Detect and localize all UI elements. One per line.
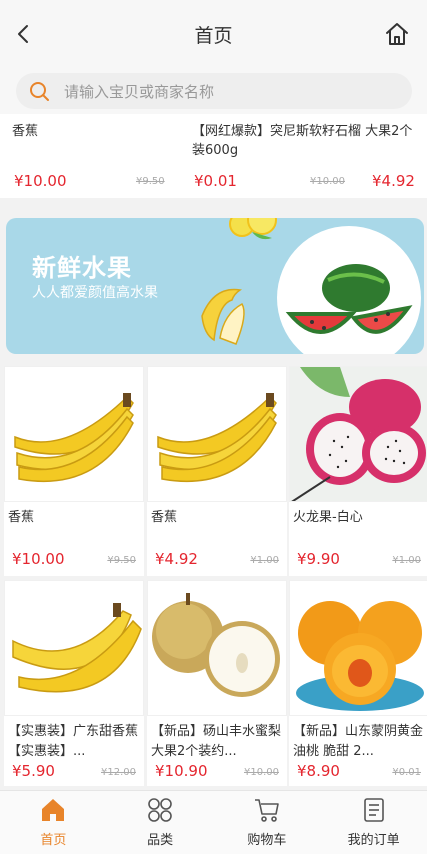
product-old-price: ¥12.00 bbox=[101, 767, 136, 778]
product-old-price: ¥9.50 bbox=[107, 555, 136, 566]
home-outline-icon bbox=[386, 23, 408, 45]
product-name: 香蕉 bbox=[8, 510, 35, 525]
strip-product-3[interactable]: ¥4.92 bbox=[372, 122, 424, 198]
product-image-dragonfruit bbox=[289, 366, 427, 502]
product-old-price: ¥1.00 bbox=[392, 555, 421, 566]
promo-banner[interactable]: 新鲜水果 人人都爱颜值高水果 bbox=[6, 218, 424, 354]
product-image-peach bbox=[289, 580, 427, 716]
strip-product-price: ¥10.00 bbox=[14, 172, 67, 190]
product-image-pear bbox=[147, 580, 287, 716]
search-placeholder: 请输入宝贝或商家名称 bbox=[64, 82, 215, 101]
product-name: 【新品】山东蒙阴黄金油桃 脆甜 2... bbox=[293, 724, 424, 759]
banner-artwork bbox=[201, 218, 421, 354]
banana-image bbox=[12, 603, 142, 693]
strip-product-2[interactable]: 【网红爆款】突尼斯软籽石榴 大果2个装600g ¥0.01 ¥10.00 bbox=[192, 122, 412, 198]
home-button[interactable] bbox=[381, 18, 413, 50]
strip-product-old-price: ¥10.00 bbox=[310, 176, 345, 187]
product-name: 【实惠装】广东甜香蕉【实惠装】... bbox=[8, 724, 139, 759]
search-input[interactable]: 请输入宝贝或商家名称 bbox=[16, 73, 412, 109]
product-price: ¥10.90 bbox=[155, 762, 208, 780]
chevron-left-icon bbox=[18, 25, 28, 43]
product-image-banana bbox=[4, 366, 144, 502]
tab-home[interactable]: 首页 bbox=[0, 791, 107, 854]
strip-product-price: ¥4.92 bbox=[372, 172, 415, 190]
product-price: ¥5.90 bbox=[12, 762, 55, 780]
product-old-price: ¥1.00 bbox=[250, 555, 279, 566]
app-root: 首页 请输入宝贝或商家名称 香蕉 ¥10.00 ¥9.50 【网红爆款】突尼斯软… bbox=[0, 0, 427, 854]
product-card[interactable]: 【实惠装】广东甜香蕉【实惠装】... ¥5.90 ¥12.00 bbox=[4, 580, 144, 786]
product-card[interactable]: 火龙果-白心 ¥9.90 ¥1.00 bbox=[289, 366, 427, 576]
tab-orders[interactable]: 我的订单 bbox=[320, 791, 427, 854]
tab-label: 首页 bbox=[40, 833, 67, 848]
tab-label: 我的订单 bbox=[347, 833, 400, 848]
tab-cart[interactable]: 购物车 bbox=[214, 791, 321, 854]
home-icon bbox=[38, 795, 68, 825]
strip-product-price: ¥0.01 bbox=[194, 172, 237, 190]
strip-product-1[interactable]: 香蕉 ¥10.00 ¥9.50 bbox=[12, 122, 172, 198]
product-price: ¥8.90 bbox=[297, 762, 340, 780]
product-image-banana bbox=[4, 580, 144, 716]
pear-image bbox=[152, 593, 280, 697]
product-price: ¥4.92 bbox=[155, 550, 198, 568]
cart-icon bbox=[252, 795, 282, 825]
page-title: 首页 bbox=[194, 24, 233, 47]
strip-product-name: 香蕉 bbox=[12, 124, 39, 139]
peach-image bbox=[296, 601, 424, 711]
bottom-tab-bar: 首页 品类 购物车 我的订单 bbox=[0, 790, 427, 854]
banana-image bbox=[14, 393, 134, 483]
strip-product-old-price: ¥9.50 bbox=[136, 176, 165, 187]
product-name: 香蕉 bbox=[151, 510, 178, 525]
recommended-strip: 香蕉 ¥10.00 ¥9.50 【网红爆款】突尼斯软籽石榴 大果2个装600g … bbox=[0, 114, 427, 198]
product-name: 火龙果-白心 bbox=[293, 510, 363, 525]
tab-label: 购物车 bbox=[247, 833, 287, 848]
product-old-price: ¥0.01 bbox=[392, 767, 421, 778]
tab-category[interactable]: 品类 bbox=[107, 791, 214, 854]
orders-icon bbox=[359, 795, 389, 825]
product-name: 【新品】砀山丰水蜜梨 大果2个装约... bbox=[151, 724, 282, 759]
product-price: ¥10.00 bbox=[12, 550, 65, 568]
product-card[interactable]: 香蕉 ¥10.00 ¥9.50 bbox=[4, 366, 144, 576]
top-navigation-bar: 首页 bbox=[0, 0, 427, 68]
product-card[interactable]: 【新品】砀山丰水蜜梨 大果2个装约... ¥10.90 ¥10.00 bbox=[147, 580, 287, 786]
product-card[interactable]: 香蕉 ¥4.92 ¥1.00 bbox=[147, 366, 287, 576]
search-bar-container: 请输入宝贝或商家名称 bbox=[0, 68, 427, 114]
category-icon bbox=[145, 795, 175, 825]
product-image-banana bbox=[147, 366, 287, 502]
product-old-price: ¥10.00 bbox=[244, 767, 279, 778]
search-icon bbox=[30, 82, 49, 101]
product-card[interactable]: 【新品】山东蒙阴黄金油桃 脆甜 2... ¥8.90 ¥0.01 bbox=[289, 580, 427, 786]
dragonfruit-image bbox=[290, 367, 427, 501]
tab-label: 品类 bbox=[147, 833, 174, 848]
product-price: ¥9.90 bbox=[297, 550, 340, 568]
back-button[interactable] bbox=[8, 18, 40, 50]
banana-image bbox=[157, 393, 277, 483]
